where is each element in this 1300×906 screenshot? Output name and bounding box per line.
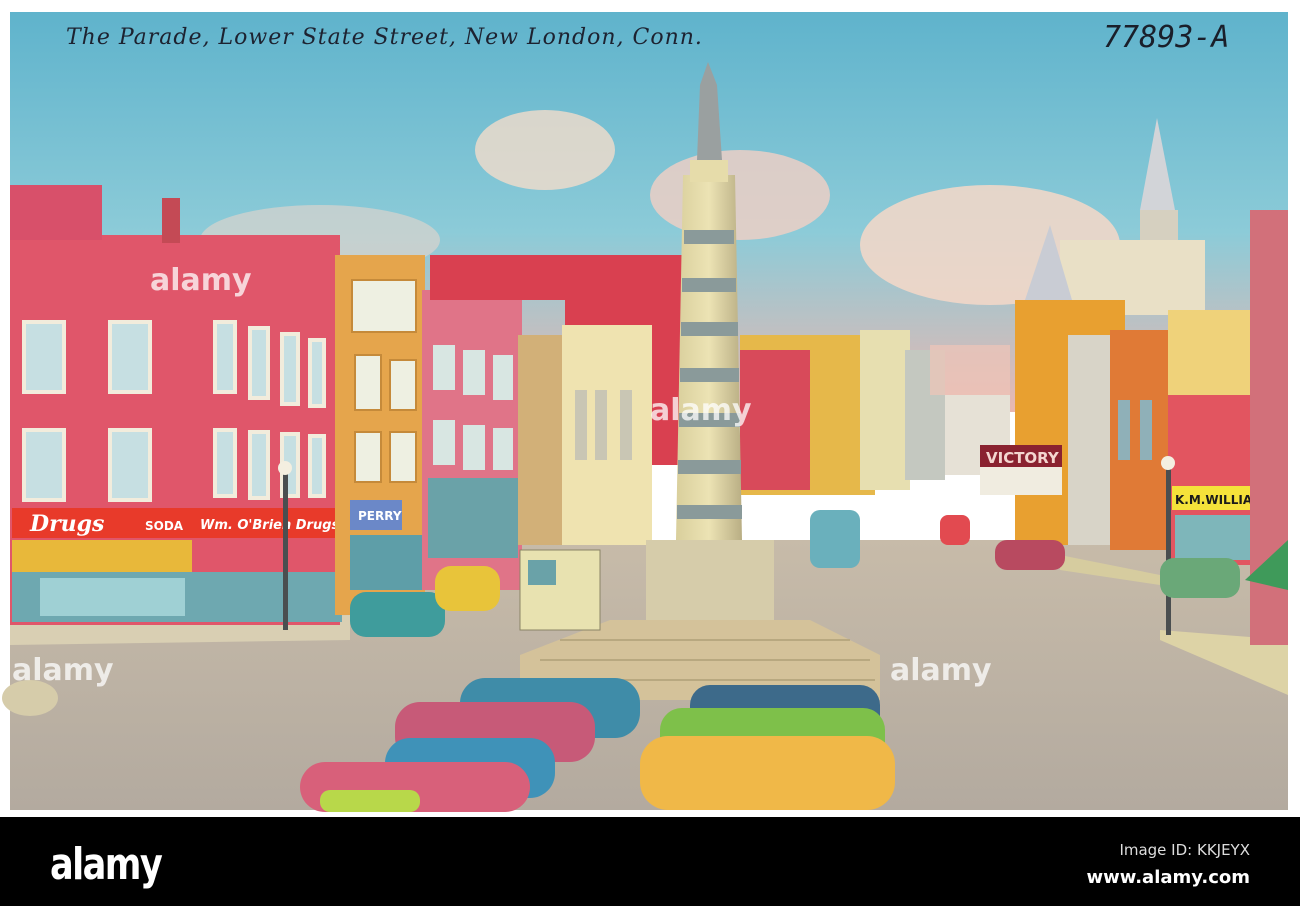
cloud — [650, 150, 830, 240]
svg-text:alamy: alamy — [650, 393, 752, 428]
sign-perry: PERRY — [358, 509, 402, 523]
postcard-caption: The Parade, Lower State Street, New Lond… — [66, 25, 703, 50]
bus — [810, 510, 860, 568]
lamp-post — [1166, 465, 1171, 635]
car — [1160, 558, 1240, 598]
sign-drugstore-name: Wm. O'Brien Drugs — [200, 518, 340, 533]
monument-column — [676, 175, 742, 540]
car — [995, 540, 1065, 570]
sign-soda: SODA — [145, 519, 184, 533]
monument-base — [646, 540, 774, 620]
site-url[interactable]: www.alamy.com — [1086, 867, 1250, 888]
image-id: Image ID: KKJEYX — [1119, 841, 1250, 859]
sign-drugs: Drugs — [29, 511, 104, 537]
car — [435, 566, 500, 611]
alamy-logo[interactable]: alamy — [50, 839, 163, 890]
catalog-number: 77893-A — [1103, 20, 1229, 55]
car — [320, 790, 420, 812]
sign-victory: VICTORY — [986, 449, 1060, 467]
svg-text:alamy: alamy — [12, 653, 114, 688]
building-yellow-right — [1168, 310, 1258, 400]
svg-text:alamy: alamy — [150, 263, 252, 298]
postcard-image: Drugs SODA Wm. O'Brien Drugs PERRY VICTO… — [2, 12, 1288, 812]
building-tan — [518, 335, 566, 545]
svg-text:alamy: alamy — [890, 653, 992, 688]
footer-bar: alamy Image ID: KKJEYX www.alamy.com — [0, 817, 1300, 906]
car — [640, 736, 895, 810]
car — [350, 592, 445, 637]
car — [940, 515, 970, 545]
cloud — [475, 110, 615, 190]
lamp-post — [283, 470, 288, 630]
awning — [12, 540, 192, 572]
